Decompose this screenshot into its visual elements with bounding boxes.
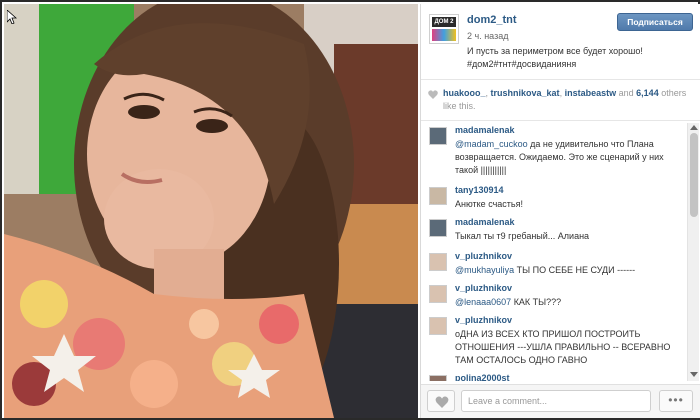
comment-body: оДНА ИЗ ВСЕХ КТО ПРИШОЛ ПОСТРОИТЬ ОТНОШЕ…	[455, 329, 671, 365]
comment-mention[interactable]: @lenaaa0607	[455, 297, 511, 307]
avatar[interactable]	[429, 375, 447, 381]
comment-body: Анютке счастья!	[455, 199, 523, 209]
comment-text: Анютке счастья!	[455, 198, 680, 211]
likes-and: and	[618, 88, 634, 98]
post-photo[interactable]	[4, 4, 418, 418]
comment-text: Тыкал ты т9 гребаный... Алиана	[455, 230, 680, 243]
comment-text: @madam_cuckoo да не удивительно что План…	[455, 138, 680, 177]
comment-username[interactable]: v_pluzhnikov	[455, 315, 512, 325]
comment-mention[interactable]: @madam_cuckoo	[455, 139, 528, 149]
comment-footer: •••	[421, 384, 700, 418]
like-user-link[interactable]: trushnikova_kat	[491, 88, 560, 98]
post-header: ДОМ 2 dom2_tnt Подписаться 2 ч. назад И …	[421, 4, 700, 80]
comment-text: @mukhayuliya ТЫ ПО СЕБЕ НЕ СУДИ ------	[455, 264, 680, 277]
like-user-link[interactable]: instabeastw	[565, 88, 617, 98]
like-button[interactable]	[427, 390, 455, 412]
comments-scrollbar[interactable]	[687, 123, 699, 381]
comments-list[interactable]: madamalenak @madam_cuckoo да не удивител…	[421, 123, 687, 381]
likes-count[interactable]: 6,144	[636, 88, 659, 98]
like-user-link[interactable]: huakooo_	[443, 88, 486, 98]
comment-body: КАК ТЫ???	[511, 297, 562, 307]
heart-icon	[435, 396, 449, 408]
comment-input[interactable]	[461, 390, 651, 412]
follow-button[interactable]: Подписаться	[617, 13, 693, 31]
scroll-up-icon[interactable]	[690, 125, 698, 130]
comment-username[interactable]: madamalenak	[455, 125, 515, 135]
comment-text: оДНА ИЗ ВСЕХ КТО ПРИШОЛ ПОСТРОИТЬ ОТНОШЕ…	[455, 328, 680, 367]
account-avatar[interactable]: ДОМ 2	[429, 14, 459, 44]
avatar[interactable]	[429, 187, 447, 205]
logo-stripe	[432, 29, 456, 41]
likes-text: huakooo_, trushnikova_kat, instabeastw a…	[443, 88, 687, 111]
comment-text: @lenaaa0607 КАК ТЫ???	[455, 296, 680, 309]
avatar[interactable]	[429, 219, 447, 237]
comment-body: Тыкал ты т9 гребаный... Алиана	[455, 231, 590, 241]
comment-username[interactable]: madamalenak	[455, 217, 515, 227]
comment-username[interactable]: v_pluzhnikov	[455, 283, 512, 293]
heart-icon	[428, 90, 438, 99]
post-username-link[interactable]: dom2_tnt	[467, 14, 517, 26]
scrollbar-thumb[interactable]	[690, 133, 698, 217]
avatar[interactable]	[429, 317, 447, 335]
scroll-down-icon[interactable]	[690, 372, 698, 377]
mouse-cursor-icon	[6, 9, 18, 26]
comment-username[interactable]: v_pluzhnikov	[455, 251, 512, 261]
post-caption: И пусть за периметром все будет хорошо! …	[467, 46, 643, 69]
window-frame: ДОМ 2 dom2_tnt Подписаться 2 ч. назад И …	[0, 0, 700, 420]
logo-text: ДОМ 2	[432, 17, 456, 27]
more-options-button[interactable]: •••	[659, 390, 693, 412]
avatar[interactable]	[429, 253, 447, 271]
comment-mention[interactable]: @mukhayuliya	[455, 265, 514, 275]
likes-summary: huakooo_, trushnikova_kat, instabeastw a…	[421, 81, 700, 121]
post-side-panel: ДОМ 2 dom2_tnt Подписаться 2 ч. назад И …	[420, 4, 700, 418]
comment-username[interactable]: tany130914	[455, 185, 504, 195]
avatar[interactable]	[429, 285, 447, 303]
avatar[interactable]	[429, 127, 447, 145]
comment-username[interactable]: polina2000st	[455, 373, 510, 381]
post-time: 2 ч. назад	[467, 31, 509, 41]
comment-body: ТЫ ПО СЕБЕ НЕ СУДИ ------	[514, 265, 636, 275]
